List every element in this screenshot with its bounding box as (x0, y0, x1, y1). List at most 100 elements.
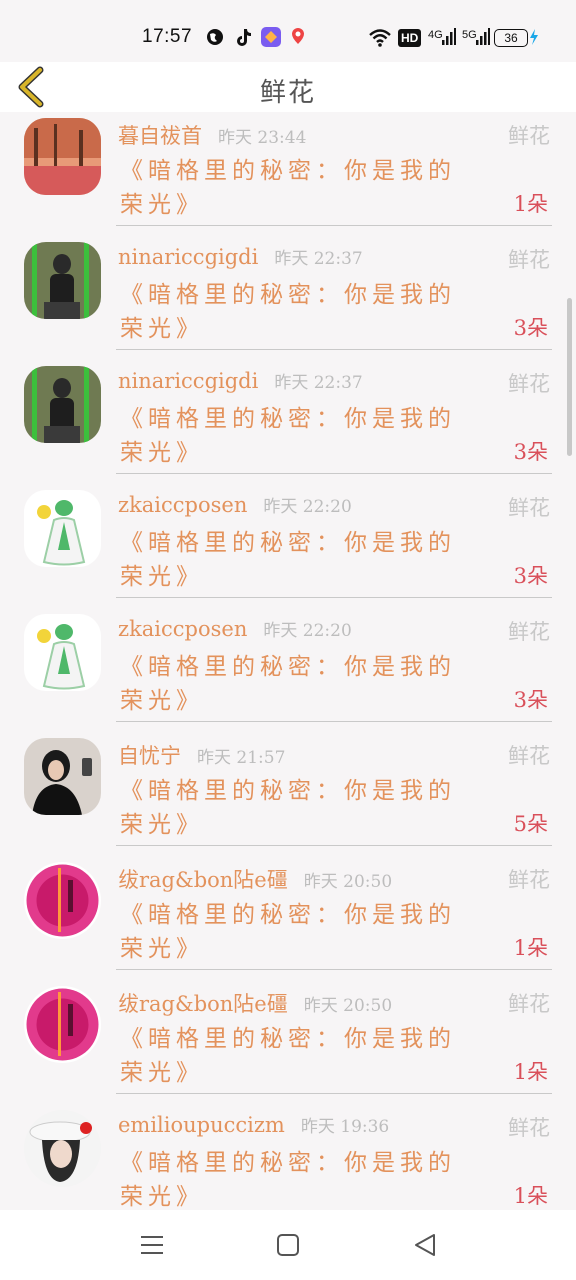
status-time: 17:57 (142, 26, 193, 47)
flower-tag: 鲜花 (508, 248, 550, 272)
sent-time: 昨天 20:50 (303, 996, 393, 1016)
book-title: 《暗格里的秘密：你是我的荣光》 (120, 778, 456, 838)
flower-count: 1朵 (513, 1184, 548, 1208)
avatar-rocker-image (24, 366, 101, 443)
flower-count: 3朵 (513, 688, 548, 712)
sent-time: 昨天 21:57 (197, 748, 286, 768)
list-item[interactable]: ninariccgigdi 昨天 22:37 鲜花 《暗格里的秘密：你是我的荣光》… (0, 236, 576, 360)
battery-icon: 36 (494, 29, 528, 47)
book-title: 《暗格里的秘密：你是我的荣光》 (120, 654, 456, 714)
square-home-icon[interactable] (273, 1230, 303, 1260)
page-title: 鲜花 (259, 78, 316, 108)
list-item[interactable]: zkaiccposen 昨天 22:20 鲜花 《暗格里的秘密：你是我的荣光》 3… (0, 484, 576, 608)
row-divider (116, 1093, 552, 1094)
row-divider (116, 473, 552, 474)
top-app-bar: 鲜花 (0, 62, 576, 112)
avatar[interactable] (24, 862, 101, 939)
flower-count: 3朵 (513, 564, 548, 588)
avatar-neon-pink-image (24, 862, 101, 939)
book-title: 《暗格里的秘密：你是我的荣光》 (120, 530, 456, 590)
avatar[interactable] (24, 738, 101, 815)
flower-count: 1朵 (513, 1060, 548, 1084)
flower-count: 3朵 (513, 316, 548, 340)
signal-4g-icon (442, 28, 456, 45)
sender-name: zkaiccposen 昨天 22:20 (118, 493, 352, 517)
row-divider (116, 845, 552, 846)
sent-time: 昨天 23:44 (218, 128, 307, 148)
flower-count: 3朵 (513, 440, 548, 464)
list-item[interactable]: ninariccgigdi 昨天 22:37 鲜花 《暗格里的秘密：你是我的荣光》… (0, 360, 576, 484)
sent-time: 昨天 20:50 (303, 872, 393, 892)
list-item[interactable]: zkaiccposen 昨天 22:20 鲜花 《暗格里的秘密：你是我的荣光》 3… (0, 608, 576, 732)
sender-name: ninariccgigdi 昨天 22:37 (118, 245, 363, 269)
sender-name: ninariccgigdi 昨天 22:37 (118, 369, 363, 393)
row-divider (116, 349, 552, 350)
sender-name: emilioupuccizm 昨天 19:36 (118, 1113, 390, 1137)
menu-icon[interactable] (137, 1230, 167, 1260)
row-divider (116, 969, 552, 970)
triangle-back-icon[interactable] (410, 1230, 440, 1260)
status-bar: 17:57 HD 4G 5G 36 (0, 0, 576, 62)
flower-tag: 鲜花 (508, 496, 550, 520)
avatar-green-fairy-image (24, 490, 101, 567)
avatar[interactable] (24, 614, 101, 691)
sent-time: 昨天 22:20 (263, 621, 352, 641)
flower-tag: 鲜花 (508, 1116, 550, 1140)
wifi-icon (369, 29, 391, 47)
sender-name: 暮自祓首 昨天 23:44 (118, 124, 307, 148)
sender-name: 绂rag&bon阽e礓 昨天 20:50 (118, 992, 393, 1016)
row-divider (116, 721, 552, 722)
book-title: 《暗格里的秘密：你是我的荣光》 (120, 158, 456, 218)
signal-5g-icon (476, 28, 490, 45)
system-navigation-bar (0, 1210, 576, 1280)
avatar-autumn-park-image (24, 118, 101, 195)
avatar[interactable] (24, 490, 101, 567)
book-title: 《暗格里的秘密：你是我的荣光》 (120, 902, 456, 962)
sent-time: 昨天 22:20 (263, 497, 352, 517)
flower-tag: 鲜花 (508, 124, 550, 148)
network-5g-label: 5G (462, 29, 477, 41)
avatar[interactable] (24, 118, 101, 195)
sender-name: 绂rag&bon阽e礓 昨天 20:50 (118, 868, 393, 892)
sender-name: 自忧宁 昨天 21:57 (118, 744, 286, 768)
tiktok-icon (237, 29, 251, 46)
book-title: 《暗格里的秘密：你是我的荣光》 (120, 282, 456, 342)
app-shortcut-icon (261, 27, 281, 47)
scrollbar[interactable] (567, 298, 572, 456)
sent-time: 昨天 19:36 (300, 1117, 390, 1137)
avatar[interactable] (24, 242, 101, 319)
flower-tag: 鲜花 (508, 868, 550, 892)
list-item[interactable]: 自忧宁 昨天 21:57 鲜花 《暗格里的秘密：你是我的荣光》 5朵 (0, 732, 576, 856)
book-title: 《暗格里的秘密：你是我的荣光》 (120, 406, 456, 466)
avatar-rocker-image (24, 242, 101, 319)
sent-time: 昨天 22:37 (274, 373, 363, 393)
avatar-neon-pink-image (24, 986, 101, 1063)
flower-tag: 鲜花 (508, 372, 550, 396)
globe-icon (207, 29, 223, 45)
network-4g-label: 4G (428, 29, 443, 41)
charging-bolt-icon (530, 29, 538, 45)
avatar-girl-dark-image (24, 738, 101, 815)
flower-count: 1朵 (513, 936, 548, 960)
flower-tag: 鲜花 (508, 744, 550, 768)
hd-badge: HD (398, 29, 422, 47)
book-title: 《暗格里的秘密：你是我的荣光》 (120, 1150, 456, 1210)
avatar[interactable] (24, 366, 101, 443)
gift-record-list: 暮自祓首 昨天 23:44 鲜花 《暗格里的秘密：你是我的荣光》 1朵 ninar… (0, 112, 576, 1210)
row-divider (116, 597, 552, 598)
list-item[interactable]: 暮自祓首 昨天 23:44 鲜花 《暗格里的秘密：你是我的荣光》 1朵 (0, 112, 576, 236)
row-divider (116, 225, 552, 226)
flower-tag: 鲜花 (508, 620, 550, 644)
book-title: 《暗格里的秘密：你是我的荣光》 (120, 1026, 456, 1086)
location-pin-icon (292, 28, 304, 44)
avatar-hat-girl-image (24, 1110, 101, 1187)
list-item[interactable]: 绂rag&bon阽e礓 昨天 20:50 鲜花 《暗格里的秘密：你是我的荣光》 1… (0, 856, 576, 980)
sent-time: 昨天 22:37 (274, 249, 363, 269)
list-item[interactable]: emilioupuccizm 昨天 19:36 鲜花 《暗格里的秘密：你是我的荣光… (0, 1104, 576, 1210)
flower-count: 5朵 (513, 812, 548, 836)
avatar[interactable] (24, 1110, 101, 1187)
avatar[interactable] (24, 986, 101, 1063)
flower-count: 1朵 (513, 192, 548, 216)
list-item[interactable]: 绂rag&bon阽e礓 昨天 20:50 鲜花 《暗格里的秘密：你是我的荣光》 1… (0, 980, 576, 1104)
avatar-green-fairy-image (24, 614, 101, 691)
